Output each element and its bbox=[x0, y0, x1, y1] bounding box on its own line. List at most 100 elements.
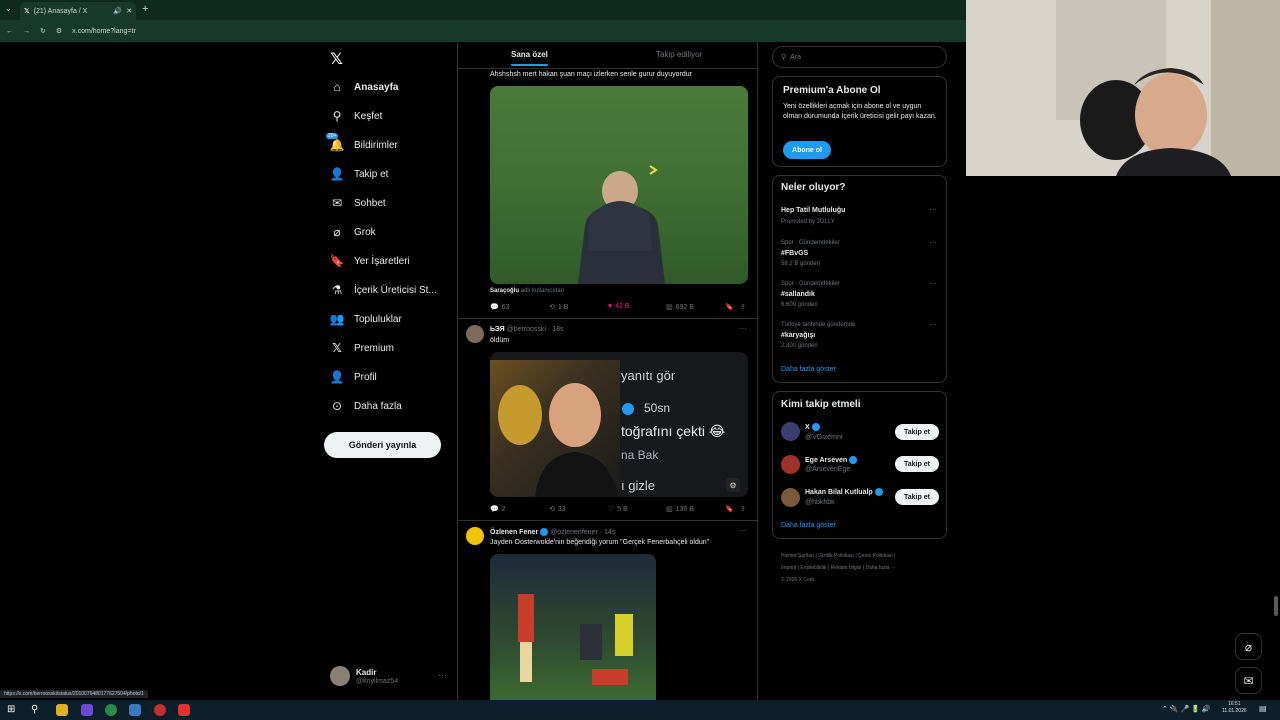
chrome-icon[interactable] bbox=[105, 704, 117, 716]
trend-more-icon[interactable]: ··· bbox=[929, 205, 937, 214]
nav-item-explore[interactable]: ⚲ Keşfet bbox=[330, 109, 383, 123]
bookmark-icon: 🔖 bbox=[329, 254, 345, 268]
tab-for-you[interactable]: Sana özel bbox=[511, 50, 548, 66]
nav-item-creator-studio[interactable]: ⚗ İçerik Üreticisi St... bbox=[330, 283, 437, 297]
post-author[interactable]: ЬЭЯ @berroosski · 18s bbox=[490, 326, 564, 333]
suggestion-name[interactable]: Ege Arseven bbox=[805, 456, 858, 464]
close-tab-icon[interactable]: ✕ bbox=[126, 7, 132, 15]
grok-float-button[interactable]: ⌀ bbox=[1235, 633, 1262, 660]
url-field[interactable]: x.com/home?lang=tr bbox=[72, 28, 136, 35]
more-dots-icon[interactable]: ··· bbox=[438, 670, 447, 680]
footer-link[interactable]: Daha fazla ··· bbox=[865, 565, 895, 571]
tab-list-icon[interactable]: ⌄ bbox=[5, 4, 12, 13]
repost-button[interactable]: ⟲ 33 bbox=[549, 505, 566, 514]
bookmark-button[interactable]: 🔖 bbox=[725, 505, 734, 513]
trend-name[interactable]: Hep Tatil Mutluluğu bbox=[781, 207, 845, 214]
suggestion-name[interactable]: X bbox=[805, 423, 820, 431]
media-caption[interactable]: Saraçoğlu adlı kullanıcıdan bbox=[490, 288, 564, 294]
repost-button[interactable]: ⟲ 1 B bbox=[549, 303, 568, 312]
app-icon[interactable] bbox=[129, 704, 141, 716]
views-button[interactable]: ▥ 692 B bbox=[666, 303, 694, 312]
page-scrollbar[interactable] bbox=[1274, 596, 1278, 616]
trends-show-more[interactable]: Daha fazla göster bbox=[781, 366, 836, 373]
trend-more-icon[interactable]: ··· bbox=[929, 279, 937, 288]
record-icon[interactable] bbox=[178, 704, 190, 716]
file-explorer-icon[interactable] bbox=[56, 704, 68, 716]
suggestion-name[interactable]: Hakan Bilal Kutlualp bbox=[805, 488, 883, 496]
reply-button[interactable]: 💬 2 bbox=[490, 505, 506, 514]
footer-link[interactable]: Imprint bbox=[781, 565, 796, 571]
post-author[interactable]: Özlenen Fener @ozlenenfener · 14s bbox=[490, 528, 615, 536]
nav-item-home[interactable]: ⌂ Anasayfa bbox=[330, 80, 398, 94]
footer-link[interactable]: Hizmet Şartları bbox=[781, 553, 814, 559]
site-settings-icon[interactable]: ⚙ bbox=[56, 27, 62, 35]
trend-more-icon[interactable]: ··· bbox=[929, 238, 937, 247]
nav-item-profile[interactable]: 👤 Profil bbox=[330, 370, 377, 384]
like-button[interactable]: ♥ 42 B bbox=[608, 303, 630, 310]
bookmark-button[interactable]: 🔖 bbox=[725, 303, 734, 311]
start-icon[interactable]: ⊞ bbox=[7, 704, 19, 716]
messages-float-button[interactable]: ✉ bbox=[1235, 667, 1262, 694]
trend-name[interactable]: #FBvGS bbox=[781, 250, 808, 257]
app-icon[interactable] bbox=[154, 704, 166, 716]
tab-title: (21) Anasayfa / X bbox=[33, 7, 88, 15]
post-media[interactable] bbox=[490, 86, 748, 284]
share-button[interactable]: ⇪ bbox=[740, 303, 746, 311]
avatar[interactable] bbox=[466, 325, 484, 343]
browser-tab[interactable]: 𝕏 (21) Anasayfa / X 🔊 ✕ bbox=[20, 2, 136, 20]
avatar[interactable] bbox=[781, 488, 800, 507]
post-media[interactable]: yanıtı gör 50sn toğrafını çekti 😂 na Bak… bbox=[490, 352, 748, 497]
nav-item-bookmarks[interactable]: 🔖 Yer İşaretleri bbox=[330, 254, 410, 268]
notification-icon[interactable]: ▤ bbox=[1259, 704, 1267, 713]
reload-icon[interactable]: ↻ bbox=[40, 27, 46, 35]
media-settings-icon[interactable]: ⚙ bbox=[726, 478, 740, 492]
follow-button[interactable]: Takip et bbox=[895, 489, 939, 505]
follow-button[interactable]: Takip et bbox=[895, 456, 939, 472]
follow-show-more[interactable]: Daha fazla göster bbox=[781, 522, 836, 529]
post-media[interactable] bbox=[490, 554, 656, 700]
nav-item-follow[interactable]: 👤 Takip et bbox=[330, 167, 389, 181]
footer-link[interactable]: Gizlilik Politikası bbox=[818, 553, 854, 559]
nav-item-grok[interactable]: ⌀ Grok bbox=[330, 225, 376, 239]
tab-following[interactable]: Takip ediliyor bbox=[656, 50, 702, 59]
like-button[interactable]: ♡ 5 B bbox=[608, 505, 628, 514]
post-button[interactable]: Gönderi yayınla bbox=[324, 432, 441, 458]
nav-item-notifications[interactable]: 🔔 20+ Bildirimler bbox=[326, 133, 398, 152]
search-icon[interactable]: ⚲ bbox=[31, 704, 43, 716]
follow-button[interactable]: Takip et bbox=[895, 424, 939, 440]
system-tray[interactable]: ⌃ 🔌 🎤 🔋 🔊 bbox=[1162, 705, 1211, 713]
share-icon: ⇪ bbox=[740, 506, 746, 513]
footer-line: Imprint | Erişilebilirlik | Reklam bilgi… bbox=[781, 565, 896, 571]
clock[interactable]: 16:51 11.01.2026 bbox=[1222, 701, 1247, 715]
reply-button[interactable]: 💬 63 bbox=[490, 303, 510, 312]
nav-item-premium[interactable]: 𝕏 Premium bbox=[330, 341, 394, 355]
nav-item-communities[interactable]: 👥 Topluluklar bbox=[330, 312, 402, 326]
trend-more-icon[interactable]: ··· bbox=[929, 320, 937, 329]
avatar[interactable] bbox=[781, 455, 800, 474]
account-switcher[interactable]: Kadir @knyilmaz54 ··· bbox=[330, 666, 450, 690]
post-more-icon[interactable]: ··· bbox=[739, 526, 747, 535]
footer-link[interactable]: Erişilebilirlik bbox=[800, 565, 826, 571]
x-logo-icon: 𝕏 bbox=[332, 341, 342, 355]
trend-name[interactable]: #sallandık bbox=[781, 291, 815, 298]
footer-link[interactable]: Reklam bilgisi bbox=[831, 565, 862, 571]
app-icon[interactable] bbox=[81, 704, 93, 716]
nav-label: Grok bbox=[354, 226, 376, 238]
forward-icon[interactable]: → bbox=[23, 28, 30, 35]
search-field[interactable]: ⚲ Ara bbox=[772, 46, 947, 68]
subscribe-button[interactable]: Abone ol bbox=[783, 141, 831, 159]
nav-item-chat[interactable]: ✉ Sohbet bbox=[330, 196, 386, 210]
match-photo bbox=[518, 594, 633, 685]
views-button[interactable]: ▥ 136 B bbox=[666, 505, 694, 514]
nav-item-more[interactable]: ⊙ Daha fazla bbox=[330, 399, 402, 413]
post-more-icon[interactable]: ··· bbox=[739, 324, 747, 333]
share-button[interactable]: ⇪ bbox=[740, 505, 746, 513]
new-tab-icon[interactable]: + bbox=[142, 3, 148, 15]
avatar[interactable] bbox=[466, 527, 484, 545]
footer-link[interactable]: Çerez Politikası bbox=[858, 553, 893, 559]
trend-name[interactable]: #karyağışı bbox=[781, 332, 815, 339]
x-logo-icon[interactable]: 𝕏 bbox=[330, 49, 343, 69]
avatar[interactable] bbox=[781, 422, 800, 441]
speaker-icon[interactable]: 🔊 bbox=[113, 7, 122, 15]
back-icon[interactable]: ← bbox=[6, 28, 13, 35]
